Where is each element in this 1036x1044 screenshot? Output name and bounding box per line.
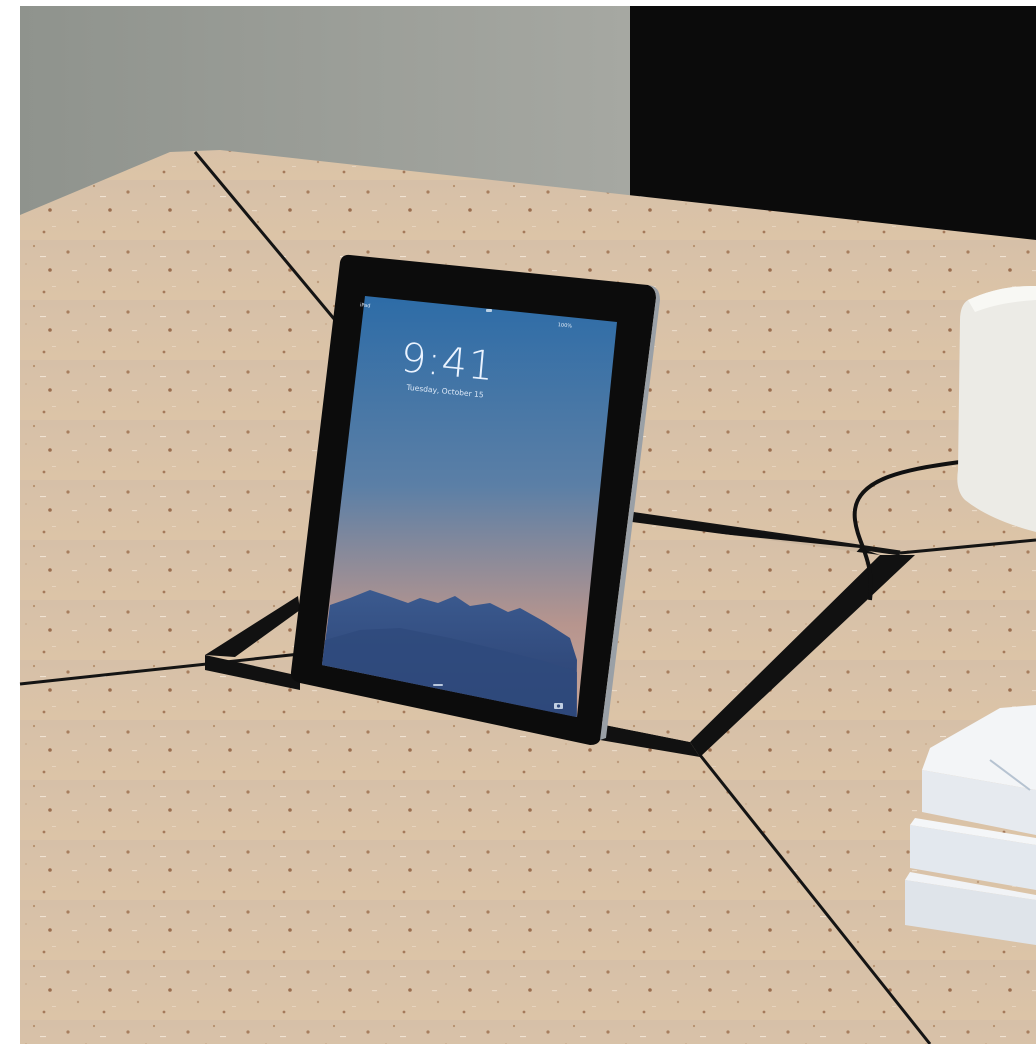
lock-screen-time: 9:41 <box>399 335 497 390</box>
photo-scene: 9:41 Tuesday, October 15 iPad 100% <box>0 0 1036 1044</box>
white-box <box>957 285 1036 532</box>
home-indicator <box>433 684 443 686</box>
lock-icon <box>486 309 492 312</box>
status-carrier: iPad <box>360 302 371 309</box>
camera-icon[interactable] <box>554 703 563 709</box>
tablet <box>290 254 660 745</box>
